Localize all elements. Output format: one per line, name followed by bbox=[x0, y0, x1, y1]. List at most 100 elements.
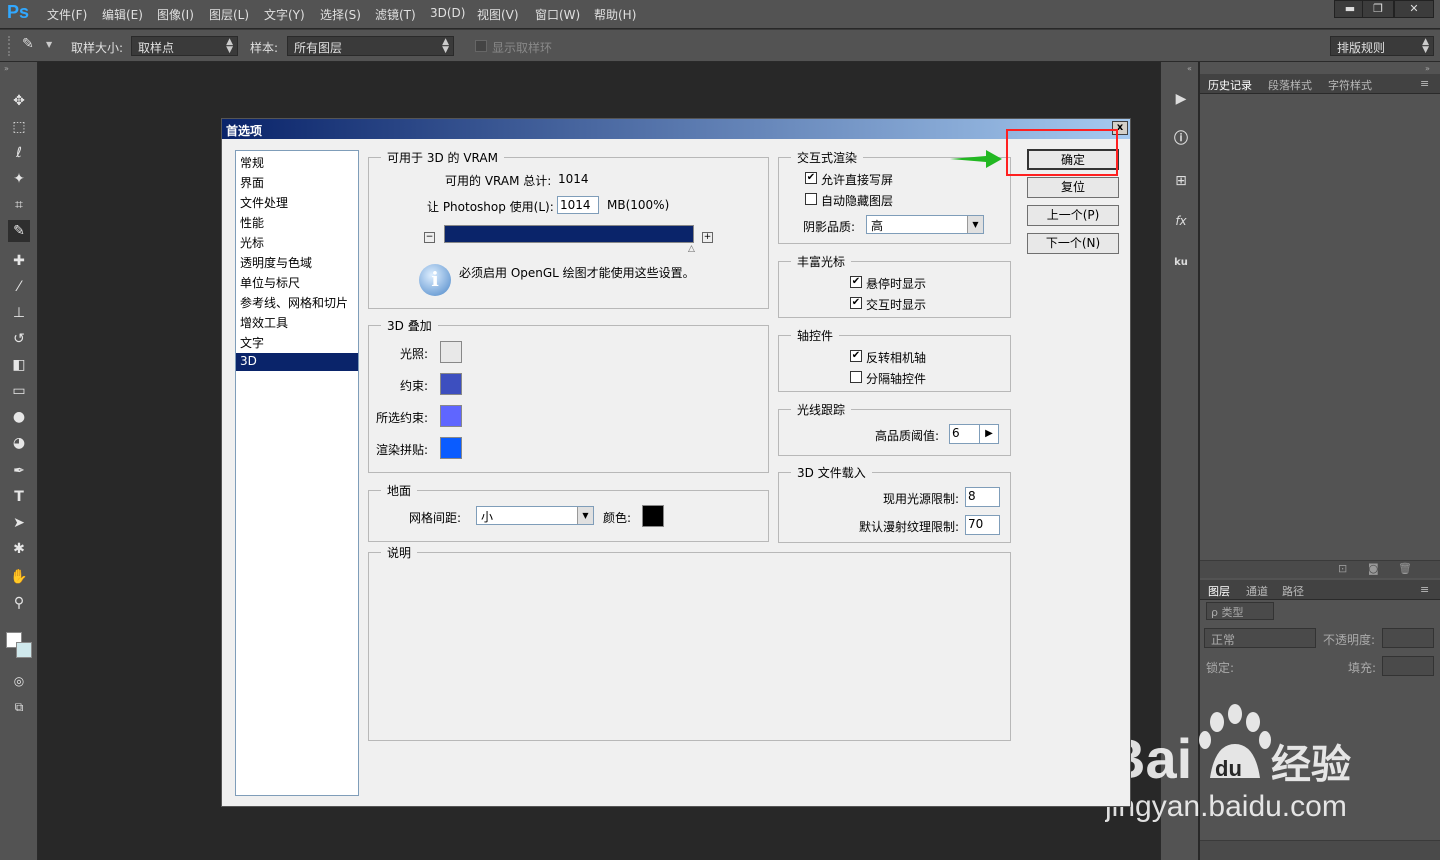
separate-axis-checkbox[interactable] bbox=[850, 371, 862, 383]
category-item[interactable]: 文件处理 bbox=[236, 193, 358, 211]
category-item[interactable]: 透明度与色域 bbox=[236, 253, 358, 271]
history-brush-icon[interactable]: ↺ bbox=[8, 328, 30, 350]
shape-tool-icon[interactable]: ✱ bbox=[8, 538, 30, 560]
screen-mode-icon[interactable]: ⧉ bbox=[8, 696, 30, 718]
category-item[interactable]: 增效工具 bbox=[236, 313, 358, 331]
collapse-icon[interactable]: » bbox=[4, 64, 9, 73]
category-item[interactable]: 常规 bbox=[236, 153, 358, 171]
show-ring-checkbox[interactable] bbox=[475, 40, 487, 52]
camera-icon[interactable]: ◙ bbox=[1368, 562, 1379, 575]
tab-character-styles[interactable]: 字符样式 bbox=[1328, 77, 1372, 93]
menu-item[interactable]: 文件(F) bbox=[47, 6, 87, 23]
tab-paths[interactable]: 路径 bbox=[1282, 583, 1304, 599]
category-item[interactable]: 单位与标尺 bbox=[236, 273, 358, 291]
type-tool-icon[interactable]: T bbox=[8, 486, 30, 508]
fx-icon[interactable]: fx bbox=[1170, 210, 1192, 232]
panel-menu-icon[interactable]: ≡ bbox=[1420, 583, 1429, 596]
crop-tool-icon[interactable]: ⌗ bbox=[8, 194, 30, 216]
brush-tool-icon[interactable]: ⁄ bbox=[8, 276, 30, 298]
shadow-quality-select[interactable]: 高 ▼ bbox=[866, 215, 984, 234]
sample-size-select[interactable]: 取样点 ▲ ▼ bbox=[131, 36, 238, 56]
tab-history[interactable]: 历史记录 bbox=[1208, 77, 1252, 93]
threshold-input[interactable]: 6 bbox=[949, 424, 981, 444]
ground-color-swatch[interactable] bbox=[642, 505, 664, 527]
menu-item[interactable]: 图层(L) bbox=[209, 6, 249, 23]
path-select-icon[interactable]: ➤ bbox=[8, 512, 30, 534]
lighting-color-swatch[interactable] bbox=[440, 341, 462, 363]
layer-filter-select[interactable]: ρ 类型 bbox=[1206, 602, 1274, 620]
menu-item[interactable]: 视图(V) bbox=[477, 6, 519, 23]
auto-hide-layers-checkbox[interactable] bbox=[805, 193, 817, 205]
zoom-tool-icon[interactable]: ⚲ bbox=[8, 592, 30, 614]
menu-item[interactable]: 图像(I) bbox=[157, 6, 194, 23]
info-icon[interactable]: ⓘ bbox=[1170, 128, 1192, 150]
vram-decrease-icon[interactable]: − bbox=[424, 232, 435, 243]
light-limit-input[interactable]: 8 bbox=[965, 487, 1000, 507]
direct-write-checkbox[interactable]: ✔ bbox=[805, 172, 817, 184]
trash-icon[interactable]: 🗑 bbox=[1398, 562, 1412, 575]
category-item[interactable]: 3D bbox=[236, 353, 358, 371]
close-window-button[interactable]: ✕ bbox=[1394, 0, 1434, 18]
threshold-slider-arrow-icon[interactable]: ▶ bbox=[979, 424, 999, 444]
tab-paragraph-styles[interactable]: 段落样式 bbox=[1268, 77, 1312, 93]
dialog-titlebar[interactable]: 首选项 x bbox=[222, 119, 1130, 139]
menu-item[interactable]: 滤镜(T) bbox=[375, 6, 416, 23]
opacity-field[interactable] bbox=[1382, 628, 1434, 648]
new-document-icon[interactable]: ⊡ bbox=[1338, 562, 1347, 575]
dodge-tool-icon[interactable]: ◕ bbox=[8, 432, 30, 454]
category-item[interactable]: 界面 bbox=[236, 173, 358, 191]
kuler-icon[interactable]: ku bbox=[1170, 252, 1192, 274]
grid-spacing-select[interactable]: 小 ▼ bbox=[476, 506, 594, 525]
vram-slider-thumb[interactable]: △ bbox=[688, 244, 695, 254]
collapse-icon[interactable]: » bbox=[1425, 64, 1430, 73]
menu-item[interactable]: 窗口(W) bbox=[535, 6, 580, 23]
menu-item[interactable]: 编辑(E) bbox=[102, 6, 143, 23]
texture-limit-input[interactable]: 70 bbox=[965, 515, 1000, 535]
background-color-swatch[interactable] bbox=[16, 642, 32, 658]
vram-increase-icon[interactable]: + bbox=[702, 232, 713, 243]
eyedropper-icon[interactable]: ✎ bbox=[22, 36, 34, 52]
menu-item[interactable]: 文字(Y) bbox=[264, 6, 305, 23]
play-icon[interactable]: ▶ bbox=[1170, 88, 1192, 110]
grid-icon[interactable]: ⊞ bbox=[1170, 170, 1192, 192]
vram-slider[interactable] bbox=[444, 225, 694, 243]
healing-brush-icon[interactable]: ✚ bbox=[8, 250, 30, 272]
selected-constraint-color-swatch[interactable] bbox=[440, 405, 462, 427]
tab-channels[interactable]: 通道 bbox=[1246, 583, 1268, 599]
pen-tool-icon[interactable]: ✒ bbox=[8, 460, 30, 482]
lasso-tool-icon[interactable]: ℓ bbox=[8, 142, 30, 164]
stamp-tool-icon[interactable]: ⊥ bbox=[8, 302, 30, 324]
eyedropper-tool-icon[interactable]: ✎ bbox=[8, 220, 30, 242]
hover-show-checkbox[interactable]: ✔ bbox=[850, 276, 862, 288]
fill-field[interactable] bbox=[1382, 656, 1434, 676]
tab-layers[interactable]: 图层 bbox=[1208, 583, 1230, 599]
marquee-tool-icon[interactable]: ⬚ bbox=[8, 116, 30, 138]
dropdown-arrow-icon[interactable]: ▼ bbox=[967, 216, 983, 233]
blend-mode-select[interactable]: 正常 bbox=[1204, 628, 1316, 648]
menu-item[interactable]: 选择(S) bbox=[320, 6, 361, 23]
interact-show-checkbox[interactable]: ✔ bbox=[850, 297, 862, 309]
hand-tool-icon[interactable]: ✋ bbox=[8, 566, 30, 588]
category-item[interactable]: 文字 bbox=[236, 333, 358, 351]
reset-button[interactable]: 复位 bbox=[1027, 177, 1119, 198]
restore-button[interactable]: ❐ bbox=[1362, 0, 1394, 18]
blur-tool-icon[interactable]: ● bbox=[8, 406, 30, 428]
menu-item[interactable]: 3D(D) bbox=[430, 6, 465, 20]
category-item[interactable]: 性能 bbox=[236, 213, 358, 231]
gradient-tool-icon[interactable]: ▭ bbox=[8, 380, 30, 402]
sample-select[interactable]: 所有图层 ▲ ▼ bbox=[287, 36, 454, 56]
workspace-select[interactable]: 排版规则 ▲ ▼ bbox=[1330, 36, 1434, 56]
invert-camera-checkbox[interactable]: ✔ bbox=[850, 350, 862, 362]
vram-use-input[interactable]: 1014 bbox=[557, 196, 599, 214]
eraser-tool-icon[interactable]: ◧ bbox=[8, 354, 30, 376]
grip-handle[interactable] bbox=[8, 36, 18, 56]
next-button[interactable]: 下一个(N) bbox=[1027, 233, 1119, 254]
chevron-down-icon[interactable]: ▼ bbox=[46, 40, 52, 49]
render-tile-color-swatch[interactable] bbox=[440, 437, 462, 459]
category-item[interactable]: 参考线、网格和切片 bbox=[236, 293, 358, 311]
menu-item[interactable]: 帮助(H) bbox=[594, 6, 636, 23]
constraint-color-swatch[interactable] bbox=[440, 373, 462, 395]
panel-menu-icon[interactable]: ≡ bbox=[1420, 77, 1429, 90]
move-tool-icon[interactable]: ✥ bbox=[8, 90, 30, 112]
previous-button[interactable]: 上一个(P) bbox=[1027, 205, 1119, 226]
